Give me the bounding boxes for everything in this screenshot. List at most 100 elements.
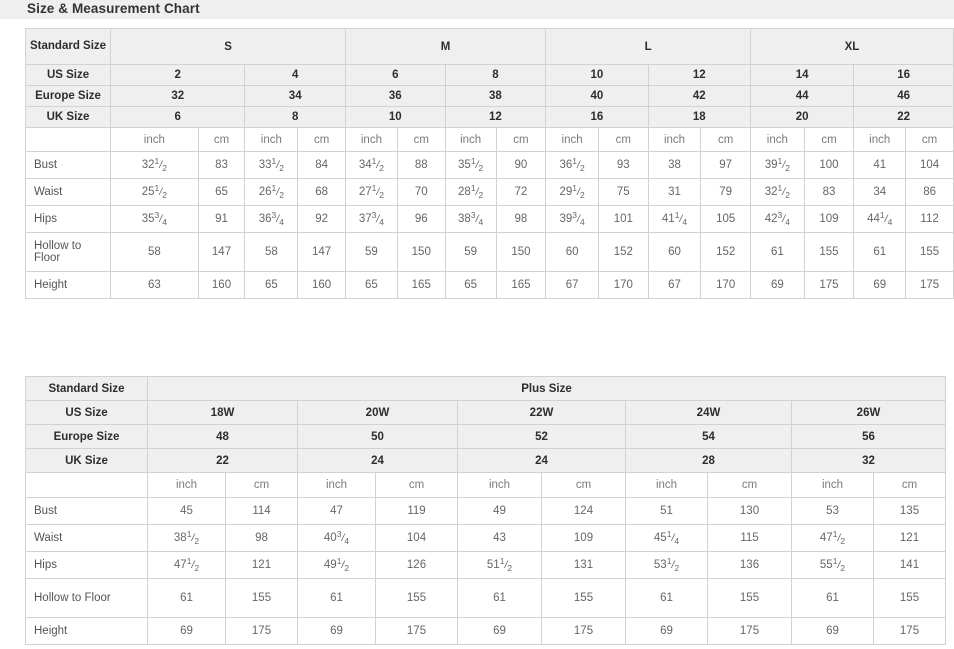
uk-size-value-3: 12 [444,106,547,128]
measurement-value-1-3: 68 [297,178,346,206]
table-row: Standard Size S M L XL [24,28,954,65]
measurement-value-3-5: 150 [396,232,446,272]
fraction-value: 411/4 [661,210,688,228]
measurement-value-3-6: 59 [444,232,497,272]
plus-measurement-value-0-1: 114 [225,497,298,525]
measurement-value-2-1: 91 [197,205,246,233]
fraction-value: 321/2 [141,156,167,174]
unit-inch-2: inch [344,127,398,152]
measurement-value-3-8: 60 [545,232,600,272]
plus-measurement-label-waist: Waist [25,524,148,552]
fraction-value: 451/4 [653,529,680,547]
us-size-value-1: 4 [244,64,346,86]
measurement-value-0-3: 84 [297,151,346,179]
plus-uk-size-value-1: 24 [297,448,458,473]
plus-measurement-value-1-8: 471/2 [791,524,874,552]
measurement-value-2-14: 441/4 [853,205,907,233]
measurement-value-2-4: 373/4 [344,205,398,233]
measurement-value-0-13: 100 [803,151,855,179]
measurement-value-2-0: 353/4 [110,205,199,233]
unit-row-spacer [24,127,112,152]
fraction-value: 393/4 [559,210,585,228]
plus-europe-size-value-2: 52 [457,424,626,449]
us-size-value-0: 2 [110,64,246,86]
table-row: Hollow to Floor 58 147 58 147 59 150 59 150 60 152… [24,232,954,272]
table-row: US Size 2 4 6 8 10 12 14 16 [24,64,954,86]
plus-measurement-value-1-3: 104 [375,524,458,552]
plus-measurement-value-0-9: 135 [873,497,946,525]
fraction-value: 531/2 [653,556,680,574]
plus-measurement-value-2-5: 131 [541,551,626,579]
measurement-value-2-7: 98 [495,205,547,233]
fraction-value: 251/2 [141,183,167,201]
measurement-value-2-13: 109 [803,205,855,233]
fraction-value: 551/2 [819,556,846,574]
unit-inch-0: inch [110,127,199,152]
plus-measurement-value-1-7: 115 [707,524,792,552]
measurement-label-bust: Bust [24,151,112,179]
plus-measurement-label-bust: Bust [25,497,148,525]
table-row: Height 63 160 65 160 65 165 65 165 67 170 67 170 69 17… [24,271,954,299]
measurement-value-4-10: 67 [647,271,702,299]
measurement-value-4-9: 170 [598,271,649,299]
table-row: Hips 353/4 91 363/4 92 373/4 96 383/4 98 393/4 101… [24,205,954,233]
plus-unit-inch-3: inch [625,472,708,498]
measurement-value-3-7: 150 [495,232,547,272]
table-row: Hollow to Floor 61 155 61 155 61 155 61 155 61 155 [25,578,946,618]
plus-size-group-header: Plus Size [147,376,946,401]
fraction-value: 341/2 [358,156,385,174]
measurement-value-4-7: 165 [495,271,547,299]
plus-measurement-value-1-4: 43 [457,524,542,552]
plus-measurement-value-0-6: 51 [625,497,708,525]
plus-measurement-value-4-2: 69 [297,617,376,645]
measurement-value-1-10: 31 [647,178,702,206]
plus-measurement-value-3-2: 61 [297,578,376,618]
measurement-value-3-1: 147 [197,232,246,272]
measurement-value-1-1: 65 [197,178,246,206]
measurement-value-1-12: 321/2 [749,178,805,206]
size-group-header-s: S [110,28,346,65]
plus-measurement-label-height: Height [25,617,148,645]
measurement-value-4-13: 175 [803,271,855,299]
plus-unit-cm-3: cm [707,472,792,498]
measurement-value-3-13: 155 [803,232,855,272]
unit-inch-1: inch [244,127,299,152]
measurement-value-1-9: 75 [598,178,649,206]
plus-measurement-value-3-8: 61 [791,578,874,618]
fraction-value: 321/2 [764,183,790,201]
measurement-value-1-13: 83 [803,178,855,206]
plus-measurement-value-2-9: 141 [873,551,946,579]
measurement-value-4-8: 67 [545,271,600,299]
plus-measurement-value-1-6: 451/4 [625,524,708,552]
measurement-value-4-2: 65 [244,271,299,299]
measurement-value-3-14: 61 [853,232,907,272]
plus-measurement-value-3-0: 61 [147,578,226,618]
measurement-value-4-12: 69 [749,271,805,299]
plus-measurement-value-0-7: 130 [707,497,792,525]
plus-measurement-value-2-1: 121 [225,551,298,579]
plus-measurement-value-1-5: 109 [541,524,626,552]
measurement-label-hollow-to-floor: Hollow to Floor [24,232,112,272]
measurement-value-0-8: 361/2 [545,151,600,179]
plus-uk-size-value-3: 28 [625,448,792,473]
table-row: UK Size 6 8 10 12 16 18 20 22 [24,106,954,128]
unit-cm-5: cm [700,127,751,152]
plus-measurement-value-4-3: 175 [375,617,458,645]
plus-size-table: Standard Size Plus Size US Size 18W 20W 22W 24… [25,376,946,645]
europe-size-value-6: 44 [749,85,855,107]
measurement-value-0-11: 97 [700,151,751,179]
plus-us-size-value-2: 22W [457,400,626,425]
uk-size-value-2: 10 [344,106,446,128]
measurement-value-2-2: 363/4 [244,205,299,233]
measurement-value-1-7: 72 [495,178,547,206]
measurement-value-0-2: 331/2 [244,151,299,179]
plus-measurement-value-2-6: 531/2 [625,551,708,579]
plus-measurement-value-0-4: 49 [457,497,542,525]
plus-unit-inch-2: inch [457,472,542,498]
plus-measurement-value-2-7: 136 [707,551,792,579]
plus-measurement-value-2-0: 471/2 [147,551,226,579]
europe-size-value-7: 46 [853,85,954,107]
table-row: Europe Size 48 50 52 54 56 [25,424,946,449]
fraction-value: 471/2 [173,556,200,574]
europe-size-value-0: 32 [110,85,246,107]
